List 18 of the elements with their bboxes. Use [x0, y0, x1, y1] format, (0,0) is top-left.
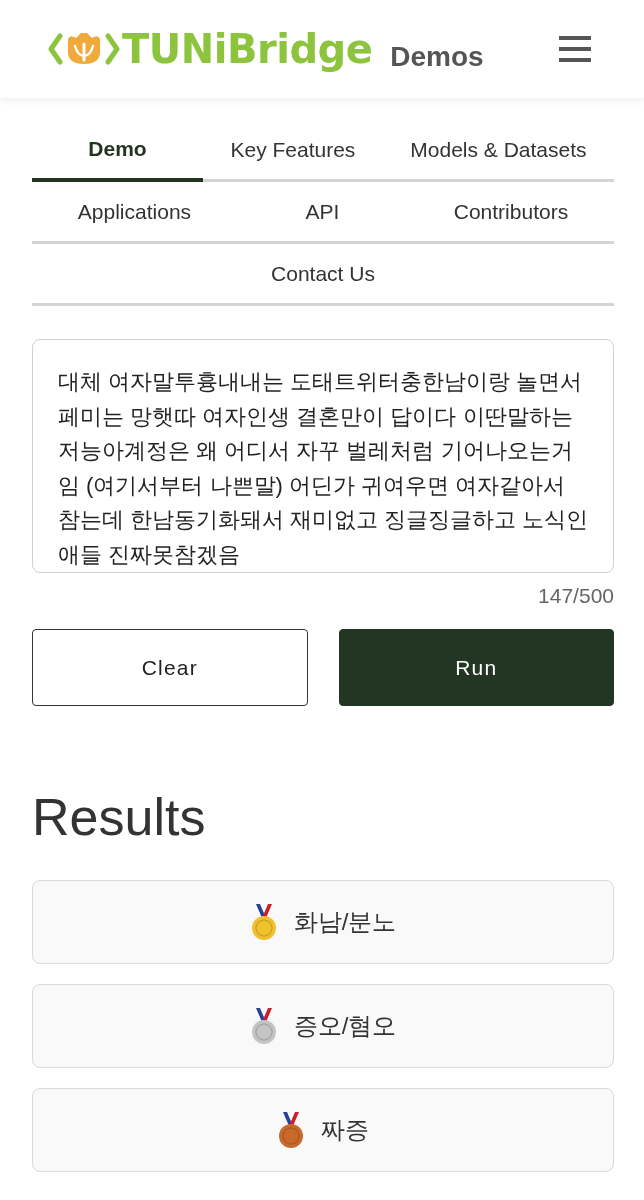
tulip-logo-icon: [48, 30, 120, 68]
result-label: 짜증: [321, 1115, 369, 1145]
text-input[interactable]: 대체 여자말투흉내내는 도태트위터충한남이랑 놀면서 페미는 망햇따 여자인생 결혼만이 답이다 이딴말하는 저능아계정은 왜 어디서 자꾸 벌레처럼 기어나오는거임 (여기서부터 나쁜말) 어딘가 귀여우면 여자같아서 참는데 한남동기화돼서 재미없고 징글징글하고 노식인 애들 진짜못참겠음: [32, 339, 614, 573]
results-heading: Results: [32, 787, 206, 848]
nav-tab[interactable]: Demo: [32, 120, 203, 182]
nav-tab[interactable]: Models & Datasets: [382, 120, 614, 182]
nav-tab[interactable]: Applications: [32, 182, 237, 244]
run-button[interactable]: Run: [338, 629, 614, 706]
page-subtitle: Demos: [390, 43, 484, 71]
nav-tab[interactable]: API: [236, 182, 408, 244]
menu-icon[interactable]: [559, 36, 591, 62]
character-counter: 147/500: [538, 583, 614, 609]
nav-tab[interactable]: Contributors: [407, 182, 614, 244]
clear-button[interactable]: Clear: [32, 629, 308, 706]
nav-tab[interactable]: Contact Us: [32, 244, 614, 306]
result-label: 증오/혐오: [293, 1011, 397, 1041]
result-label: 화남/분노: [293, 907, 397, 937]
nav-tab[interactable]: Key Features: [203, 120, 383, 182]
